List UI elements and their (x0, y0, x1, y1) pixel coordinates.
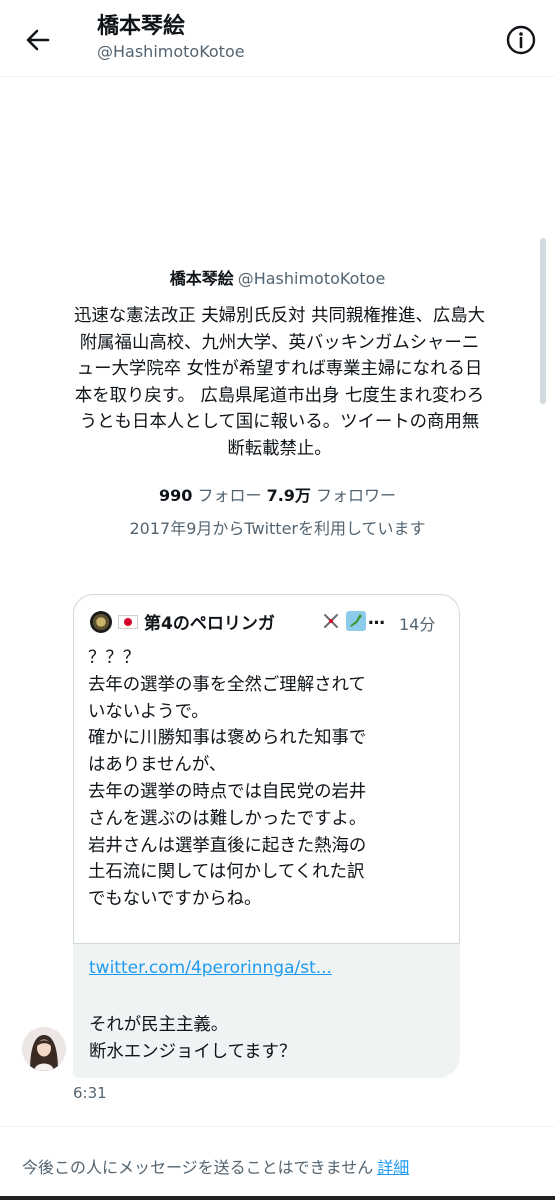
footer-notice: 今後この人にメッセージを送ることはできません 詳細 (22, 1154, 409, 1178)
dm-restricted-footer: 今後この人にメッセージを送ることはできません 詳細 (0, 1126, 555, 1201)
crossed-swords-icon (324, 614, 338, 628)
header-title: 橋本琴絵 (97, 14, 186, 39)
quoted-tweet-time: 14分 (399, 615, 436, 634)
scrollbar[interactable] (540, 238, 546, 404)
info-button[interactable] (505, 24, 537, 56)
following-label[interactable]: フォロー (197, 486, 261, 505)
joined-date: 2017年9月からTwitterを利用しています (129, 519, 426, 538)
japan-flag-icon (118, 615, 138, 629)
quoted-name-ellipsis: … (368, 609, 385, 629)
arrow-left-icon (26, 29, 50, 51)
conversation-header: 橋本琴絵 @HashimotoKotoe (0, 0, 555, 77)
followers-count[interactable]: 7.9万 (267, 486, 311, 505)
profile-name: 橋本琴絵 (169, 269, 234, 288)
quoted-tweet-card[interactable]: 第4のペロリンガ … 14分 ？？？ 去年の選挙の事を全然ご理解されて いないよ… (73, 594, 460, 944)
quoted-author-avatar (90, 611, 112, 633)
profile-stats: 990 フォロー 7.9万 フォロワー (0, 482, 555, 506)
following-count[interactable]: 990 (159, 486, 192, 505)
footer-notice-text: 今後この人にメッセージを送ることはできません (22, 1158, 374, 1177)
profile-bio: 迅速な憲法改正 夫婦別氏反対 共同親権推進、広島大 附属福山高校、九州大学、英バ… (73, 306, 486, 459)
details-link[interactable]: 詳細 (377, 1158, 409, 1177)
info-circle-icon (506, 25, 536, 55)
sender-avatar[interactable] (22, 1027, 66, 1071)
profile-handle: @HashimotoKotoe (237, 269, 386, 288)
quoted-author-name: 第4のペロリンガ (144, 614, 275, 634)
header-handle: @HashimotoKotoe (97, 42, 245, 61)
bottom-edge (0, 1196, 555, 1200)
quoted-tweet-text: ？？？ 去年の選挙の事を全然ご理解されて いないようで。 確かに川勝知事は褒めら… (88, 648, 367, 910)
profile-header[interactable]: 橋本琴絵 @HashimotoKotoe (0, 265, 555, 289)
message-text: それが民主主義。 断水エンジョイしてます？ (89, 1015, 297, 1062)
japan-map-icon (346, 611, 366, 631)
message-timestamp: 6:31 (73, 1084, 107, 1102)
followers-label[interactable]: フォロワー (316, 486, 396, 505)
message-link[interactable]: twitter.com/4perorinnga/st... (89, 958, 332, 978)
back-button[interactable] (20, 22, 56, 58)
